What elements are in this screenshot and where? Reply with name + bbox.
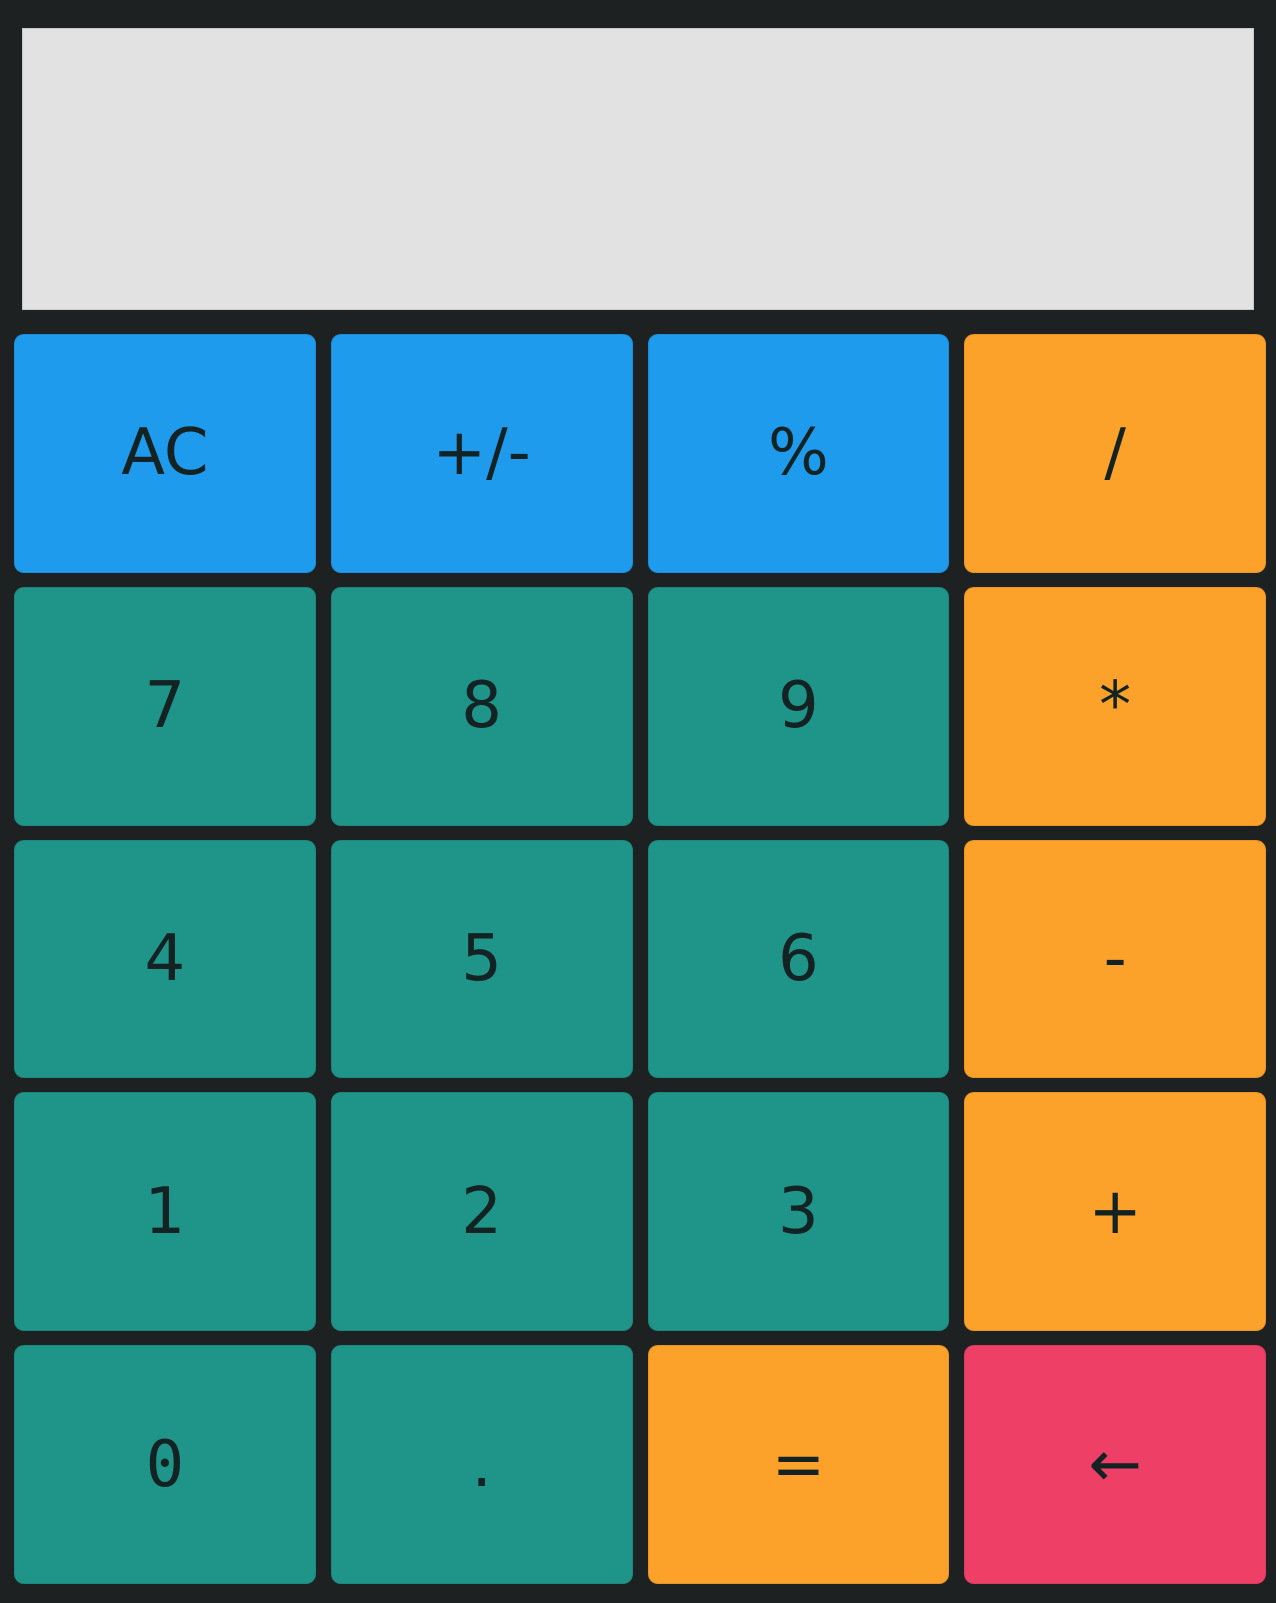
- digit-7-button[interactable]: 7: [14, 586, 316, 826]
- backspace-arrow-icon: ←: [1088, 1427, 1142, 1502]
- backspace-button[interactable]: ←: [964, 1345, 1266, 1584]
- digit-9-label: 9: [778, 669, 819, 744]
- add-button[interactable]: +: [964, 1092, 1266, 1332]
- digit-4-button[interactable]: 4: [14, 839, 316, 1079]
- digit-2-label: 2: [461, 1174, 502, 1249]
- digit-5-label: 5: [461, 921, 502, 996]
- equals-label: =: [771, 1427, 826, 1502]
- all-clear-button[interactable]: AC: [14, 334, 316, 573]
- add-label: +: [1088, 1174, 1142, 1249]
- percent-label: %: [767, 416, 829, 491]
- digit-0-button[interactable]: 0: [14, 1345, 316, 1584]
- multiply-label: *: [1099, 669, 1132, 744]
- digit-4-label: 4: [144, 921, 186, 996]
- digit-2-button[interactable]: 2: [330, 1092, 633, 1332]
- digit-8-label: 8: [461, 669, 502, 744]
- digit-1-button[interactable]: 1: [14, 1092, 316, 1332]
- digit-9-button[interactable]: 9: [647, 586, 950, 826]
- decimal-point-label: .: [471, 1427, 492, 1502]
- digit-0-label: 0: [145, 1427, 185, 1502]
- multiply-button[interactable]: *: [964, 586, 1266, 826]
- decimal-point-button[interactable]: .: [330, 1345, 633, 1584]
- all-clear-label: AC: [121, 416, 209, 491]
- digit-8-button[interactable]: 8: [330, 586, 633, 826]
- equals-button[interactable]: =: [647, 1345, 950, 1584]
- divide-label: /: [1104, 416, 1126, 491]
- subtract-button[interactable]: -: [964, 839, 1266, 1079]
- subtract-label: -: [1103, 921, 1127, 996]
- digit-6-button[interactable]: 6: [647, 839, 950, 1079]
- result-display: [22, 28, 1254, 310]
- keypad: AC +/- % / 7 8 9 * 4 5 6 - 1 2 3 + 0 . =…: [14, 334, 1266, 1584]
- digit-5-button[interactable]: 5: [330, 839, 633, 1079]
- toggle-sign-label: +/-: [432, 416, 531, 491]
- toggle-sign-button[interactable]: +/-: [330, 334, 633, 573]
- calculator-window: AC +/- % / 7 8 9 * 4 5 6 - 1 2 3 + 0 . =…: [0, 0, 1276, 1603]
- divide-button[interactable]: /: [964, 334, 1266, 573]
- digit-7-label: 7: [144, 669, 186, 744]
- percent-button[interactable]: %: [647, 334, 950, 573]
- digit-6-label: 6: [778, 921, 819, 996]
- digit-1-label: 1: [144, 1174, 186, 1249]
- digit-3-button[interactable]: 3: [647, 1092, 950, 1332]
- digit-3-label: 3: [778, 1174, 819, 1249]
